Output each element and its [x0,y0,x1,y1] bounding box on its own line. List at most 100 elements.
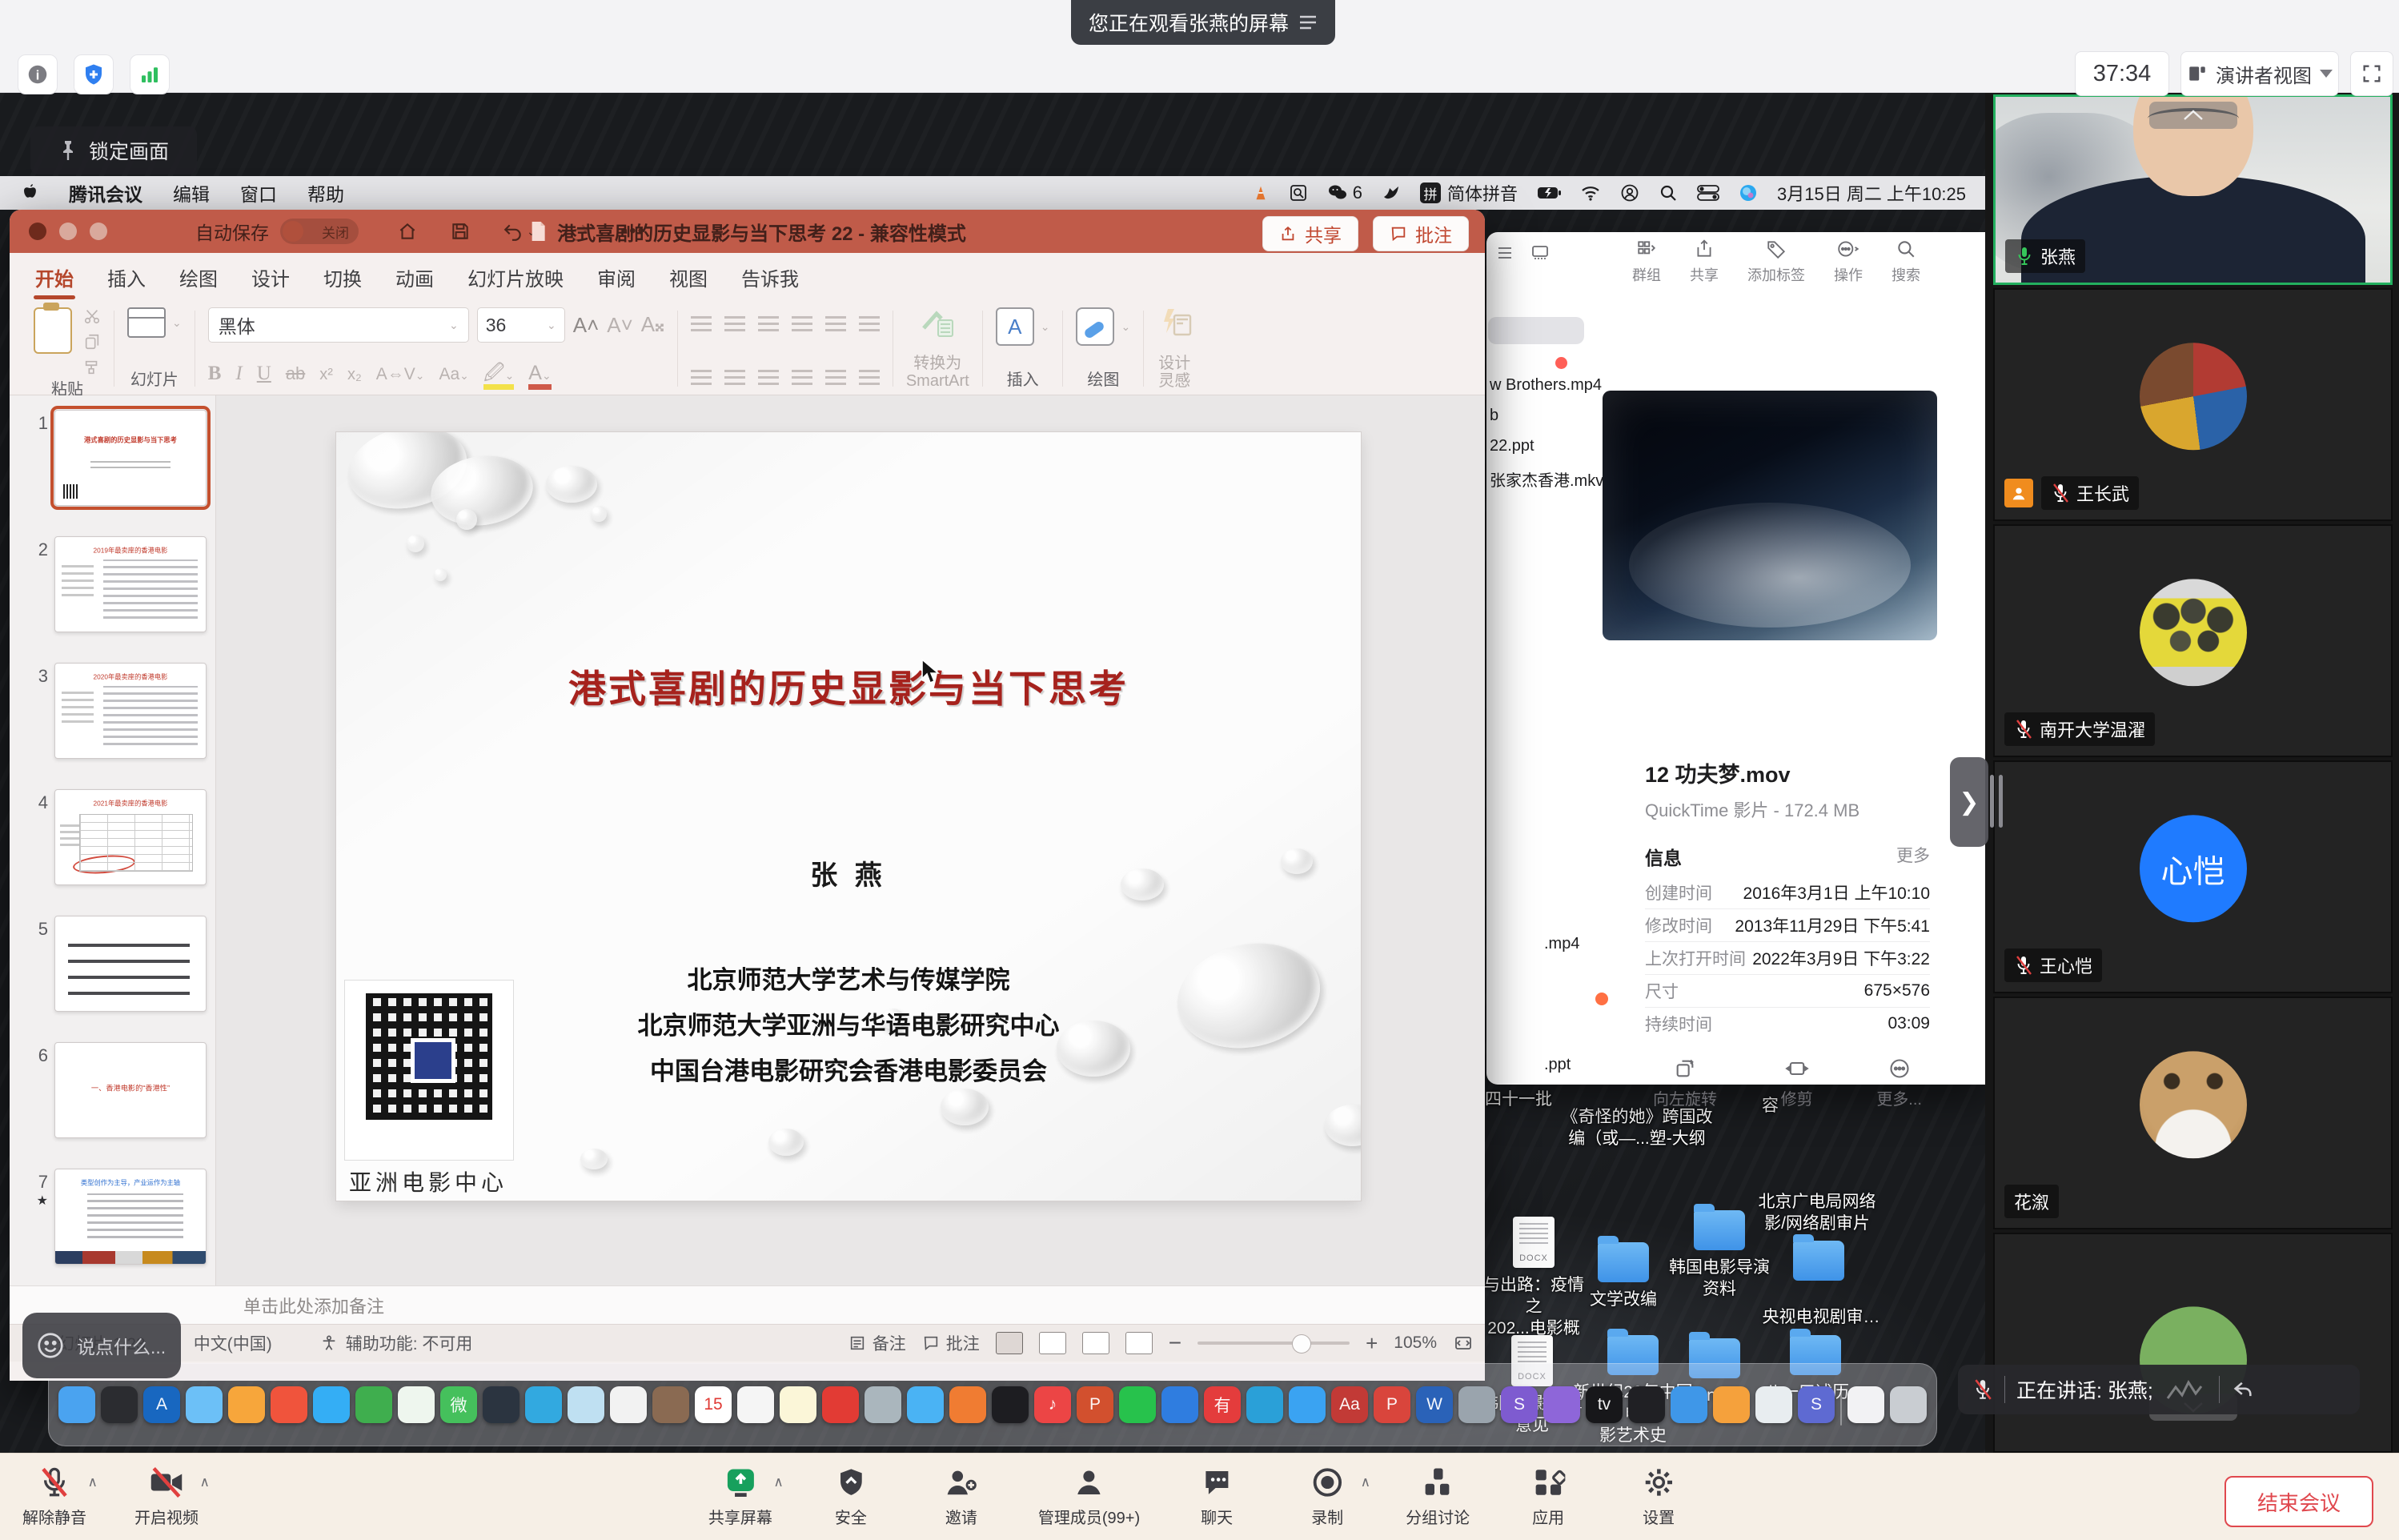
align-text-button[interactable] [859,367,880,385]
meeting-toolbar-button[interactable]: ∧ 聊天 [1183,1465,1250,1528]
meeting-toolbar-button[interactable]: ∧ 录制 [1294,1465,1361,1528]
ribbon-tab[interactable]: 绘图 [178,255,219,299]
banner-menu-icon[interactable] [1298,14,1318,30]
shrink-font-button[interactable]: A˅ [607,313,633,338]
underline-button[interactable]: U [257,363,271,385]
menubar-app-name[interactable]: 腾讯会议 [69,179,142,207]
font-color-button[interactable]: A⌄ [528,364,551,390]
fullscreen-button[interactable] [2350,51,2393,96]
notes-pane[interactable]: 单击此处添加备注 [10,1285,1485,1324]
finder-toolbar-button[interactable]: 添加标签 [1747,239,1805,285]
quick-action-button[interactable]: 向左旋转 [1653,1057,1717,1109]
dock-app-icon[interactable] [1119,1386,1156,1423]
dock-app-icon[interactable]: 15 [695,1386,732,1423]
desktop-icon[interactable] [1767,1241,1871,1287]
dock-app-icon[interactable] [1755,1386,1792,1423]
dock-app-icon[interactable] [907,1386,944,1423]
meeting-toolbar-button[interactable]: ∧ 管理成员(99+) [1038,1465,1140,1528]
slide-thumbnail[interactable]: 2★ 2019年最卖座的香港电影 [10,536,215,663]
normal-view-button[interactable] [996,1332,1023,1354]
menubar-datetime[interactable]: 3月15日 周二 上午10:25 [1777,180,1966,206]
dock-app-icon[interactable] [1628,1386,1665,1423]
battery-icon[interactable] [1537,186,1561,200]
dock-app-icon[interactable] [1847,1386,1884,1423]
dock-app-icon[interactable] [228,1386,265,1423]
font-size-select[interactable]: 36⌄ [477,307,565,343]
dock-app-icon[interactable] [1671,1386,1707,1423]
italic-button[interactable]: I [235,363,242,385]
dock-app-icon[interactable] [101,1386,138,1423]
columns-button[interactable] [859,314,880,331]
dock-app-icon[interactable] [355,1386,392,1423]
dock-app-icon[interactable]: Aa [1331,1386,1368,1423]
ribbon-tab[interactable]: 审阅 [596,255,637,299]
decrease-indent-button[interactable] [758,314,779,331]
ribbon-tab[interactable]: 动画 [394,255,435,299]
justify-button[interactable] [792,367,812,385]
chat-quick-input[interactable]: 说点什么... [22,1313,181,1378]
reply-arrow-icon[interactable] [2231,1378,2255,1401]
chevron-up-icon[interactable]: ∧ [1361,1474,1370,1490]
autosave-control[interactable]: 自动保存 关闭 [195,218,359,245]
copy-icon[interactable] [83,333,101,351]
dock-app-icon[interactable] [398,1386,435,1423]
zoom-in-button[interactable]: + [1366,1331,1378,1356]
wechat-status[interactable]: 6 [1327,182,1362,203]
accessibility-status[interactable]: 辅助功能: 不可用 [320,1331,473,1355]
align-right-button[interactable] [758,367,779,385]
panel-resize-grip[interactable] [1990,775,2003,828]
home-icon[interactable] [397,221,418,242]
dock-app-icon[interactable]: P [1374,1386,1410,1423]
meeting-toolbar-button[interactable]: ∧ 应用 [1514,1465,1582,1528]
ribbon-tab[interactable]: 告诉我 [740,255,800,299]
bullets-button[interactable] [691,314,712,331]
close-window-button[interactable] [29,223,46,240]
participant-tile[interactable]: 花溆 [1993,997,2393,1229]
zoom-window-button[interactable] [90,223,107,240]
comments-toggle[interactable]: 批注 [922,1331,980,1355]
menubar-item-window[interactable]: 窗口 [240,179,277,207]
ribbon-tab[interactable]: 开始 [34,255,75,299]
bold-button[interactable]: B [208,363,222,385]
dock-app-icon[interactable]: A [143,1386,180,1423]
slide-thumbnail[interactable]: 7★ 类型创作为主导，产业运作为主轴 [10,1169,215,1285]
design-ideas-label[interactable]: 设计灵感 [1158,355,1190,390]
undo-icon[interactable] [503,221,524,242]
ribbon-tab[interactable]: 视图 [668,255,709,299]
finder-toolbar-button[interactable]: 群组 [1632,239,1661,285]
smartart-label[interactable]: 转换为SmartArt [906,355,969,390]
control-center-icon[interactable] [1697,184,1719,202]
increase-indent-button[interactable] [792,314,812,331]
new-slide-button[interactable]: ⌄ [127,307,182,338]
vlc-icon[interactable] [1252,184,1270,202]
file-list-item[interactable]: b [1490,407,1603,425]
language-status[interactable]: 中文(中国) [194,1331,272,1355]
slide[interactable]: 港式喜剧的历史显影与当下思考 张 燕 北京师范大学艺术与传媒学院 北京师范大学亚… [336,432,1361,1201]
collapse-tile-button[interactable] [2149,102,2237,129]
dock-app-icon[interactable] [568,1386,604,1423]
dock-app-icon[interactable]: P [1077,1386,1113,1423]
ribbon-tab[interactable]: 切换 [322,255,363,299]
view-mode-button[interactable]: 演讲者视图 [2180,51,2339,96]
input-method-status[interactable]: 拼 简体拼音 [1420,180,1518,206]
dock-app-icon[interactable] [1840,1384,1842,1426]
comments-button[interactable]: 批注 [1373,216,1469,251]
info-more-link[interactable]: 更多 [1896,843,1930,870]
spotlight-icon[interactable] [1659,183,1678,203]
dock-app-icon[interactable] [780,1386,816,1423]
slide-thumbnail[interactable]: 5★ [10,916,215,1042]
dock-app-icon[interactable]: 微 [440,1386,477,1423]
participant-tile[interactable]: 张燕 [1993,94,2393,285]
draw-button[interactable]: ⌄ [1076,307,1130,346]
file-list-item[interactable]: .ppt [1544,1056,1579,1074]
movie-preview-thumbnail[interactable] [1603,391,1937,640]
align-left-button[interactable] [691,367,712,385]
network-quality-button[interactable] [130,54,170,94]
end-meeting-button[interactable]: 结束会议 [2224,1476,2373,1527]
meeting-security-button[interactable] [74,54,114,94]
dock-app-icon[interactable] [822,1386,859,1423]
text-direction-button[interactable] [825,367,846,385]
slide-thumbnail[interactable]: 1★ 港式喜剧的历史显影与当下思考 [10,410,215,536]
participant-tile[interactable]: 南开大学温濯 [1993,524,2393,757]
meeting-toolbar-button[interactable]: ∧ 邀请 [928,1465,995,1528]
